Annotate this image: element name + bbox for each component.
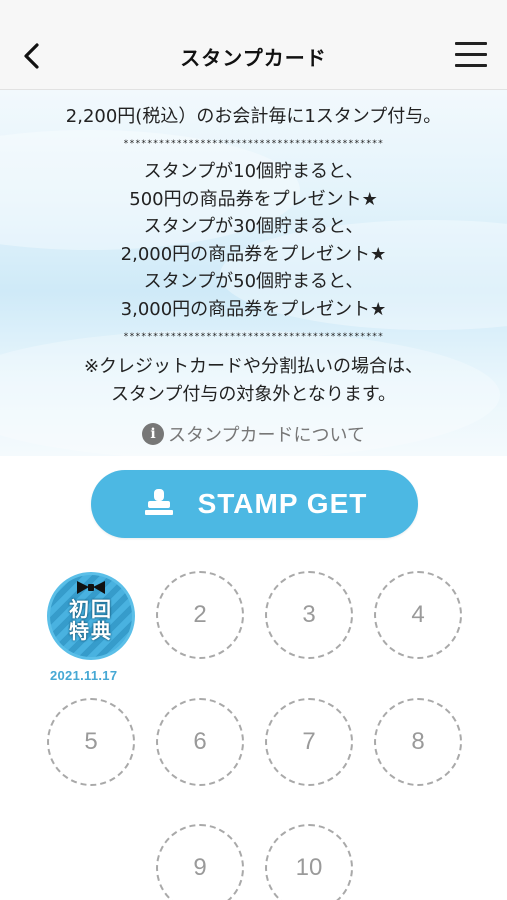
notes: ※クレジットカードや分割払いの場合は、 スタンプ付与の対象外となります。 [0, 353, 507, 409]
reward-line: スタンプが50個貯まると、 [143, 271, 364, 292]
stamp-date: 2021.11.17 [50, 668, 118, 683]
info-icon: i [142, 423, 165, 445]
reward-line: スタンプが10個貯まると、 [143, 161, 364, 182]
stamp-info-panel: 2,200円(税込）のお会計毎に1スタンプ付与。 ***************… [0, 90, 507, 456]
stamp-icon [144, 489, 173, 515]
stamp-slot-9: 9 [156, 824, 244, 900]
stamp-slot-8: 8 [374, 698, 462, 786]
top-bar: スタンプカード [0, 0, 507, 90]
note-line: スタンプ付与の対象外となります。 [110, 384, 397, 405]
separator: ****************************************… [123, 332, 384, 342]
stamp-get-label: STAMP GET [197, 488, 368, 519]
reward-line: スタンプが30個貯まると、 [143, 216, 364, 237]
bow-tie-icon [77, 581, 105, 594]
stamp-slot-6: 6 [156, 698, 244, 786]
page-title: スタンプカード [180, 46, 327, 70]
stamp-slot-2: 2 [156, 571, 244, 659]
stamp-first-visit: 初回 特典 [47, 572, 135, 660]
reward-line: 500円の商品券をプレゼント★ [129, 188, 378, 210]
first-stamp-text: 初回 特典 [69, 597, 113, 643]
reward-line: 3,000円の商品券をプレゼント★ [120, 298, 387, 320]
hamburger-menu-icon[interactable] [455, 42, 487, 68]
stamp-slot-5: 5 [47, 698, 135, 786]
stamp-get-button[interactable]: STAMP GET [91, 470, 418, 538]
note-line: ※クレジットカードや分割払いの場合は、 [83, 356, 424, 377]
stamp-slot-4: 4 [374, 571, 462, 659]
reward-list: スタンプが10個貯まると、 500円の商品券をプレゼント★ スタンプが30個貯ま… [0, 158, 507, 323]
about-link-label: スタンプカードについて [168, 425, 365, 446]
stamp-slot-10: 10 [265, 824, 353, 900]
stamp-slot-3: 3 [265, 571, 353, 659]
about-stamp-card-link[interactable]: i スタンプカードについて [142, 421, 365, 447]
stamp-rule-text: 2,200円(税込）のお会計毎に1スタンプ付与。 [65, 106, 442, 127]
separator: ****************************************… [123, 139, 384, 149]
stamp-slot-7: 7 [265, 698, 353, 786]
reward-line: 2,000円の商品券をプレゼント★ [120, 243, 387, 265]
